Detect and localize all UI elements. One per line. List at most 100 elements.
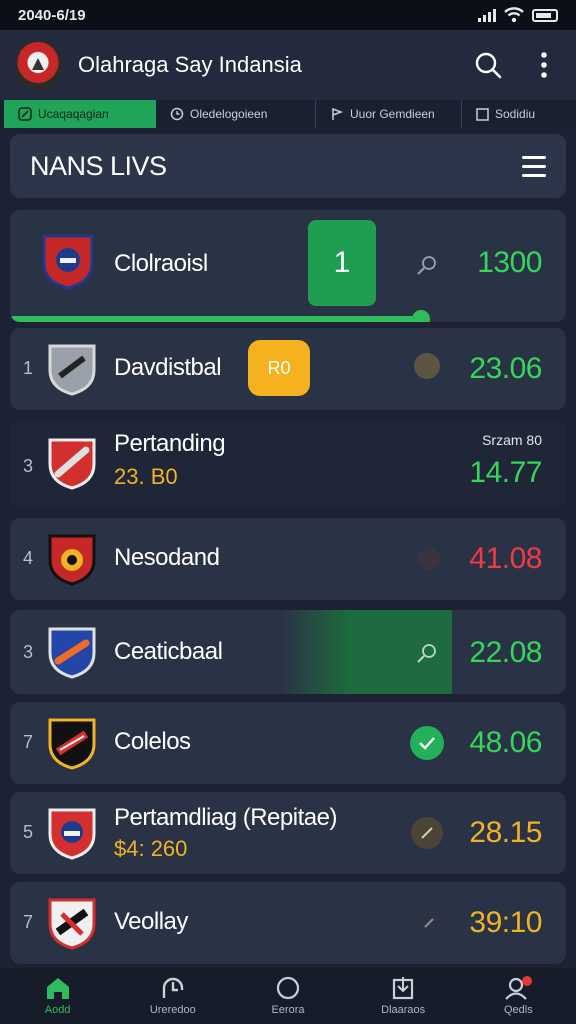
- status-dot-icon: [414, 353, 440, 379]
- list-item[interactable]: 7 Colelos 48.06: [10, 702, 566, 784]
- rank: 7: [23, 732, 34, 752]
- team-badge-icon: [48, 718, 96, 770]
- app-title: Olahraga Say Indansia: [78, 52, 302, 77]
- team-name: Clolraoisl: [114, 250, 208, 277]
- match-odds: 23. B0: [114, 464, 178, 489]
- edit-icon: [18, 107, 32, 121]
- team-badge-icon: [48, 808, 96, 860]
- live-score-value: 1: [333, 246, 351, 279]
- team-score: 1300: [477, 246, 542, 279]
- team-name: Colelos: [114, 728, 191, 755]
- home-icon: [46, 978, 69, 999]
- bottom-nav: Aodd Ureredoo Eerora Dlaaraos Qedls: [0, 968, 576, 1024]
- team-badge-icon: [48, 344, 96, 396]
- section-title: NANS LIVS: [30, 150, 167, 181]
- pin-icon: [417, 911, 441, 935]
- team-badge-icon: [48, 534, 96, 586]
- whistle-icon: [162, 977, 183, 998]
- tab-label: Oledelogoieen: [190, 107, 268, 121]
- app-bar: Olahraga Say Indansia: [0, 30, 576, 100]
- status-dot-icon: [418, 548, 440, 570]
- search-icon: [475, 52, 502, 79]
- profile-icon: [505, 976, 533, 1000]
- circle-icon: [276, 976, 300, 1000]
- download-box-icon: [393, 977, 414, 1000]
- tab-label: Uuor Gemdieen: [350, 107, 435, 121]
- live-score-box: 1: [308, 220, 376, 306]
- menu-icon[interactable]: [522, 155, 546, 177]
- match-name: Pertanding: [114, 430, 226, 457]
- team-badge-icon: [48, 898, 96, 950]
- nav-item-aodd[interactable]: Aodd: [8, 976, 108, 1016]
- team-name: Nesodand: [114, 544, 220, 571]
- nav-label: Dlaaraos: [381, 1004, 426, 1016]
- tab-bar: Ucaqaqagian Oledelogoieen Uuor Gemdieen …: [0, 100, 576, 128]
- rank: 7: [23, 912, 34, 932]
- nav-item-ureredoo[interactable]: Ureredoo: [123, 976, 223, 1016]
- team-score: 23.06: [469, 352, 542, 385]
- logo-emblem-icon: [32, 58, 44, 70]
- nav-item-qedls[interactable]: Qedls: [468, 976, 568, 1016]
- battery-icon: [532, 8, 558, 22]
- more-vertical-icon: [541, 52, 547, 78]
- search-button[interactable]: [470, 47, 506, 83]
- tab-uuor-gemdieen[interactable]: Uuor Gemdieen: [316, 100, 462, 128]
- team-score: 41.08: [469, 542, 542, 575]
- tab-label: Ucaqaqagian: [38, 107, 109, 121]
- square-icon: [476, 107, 489, 121]
- team-score: 14.77: [469, 456, 542, 489]
- list-item[interactable]: 3 Pertanding 23. B0 Srzam 80 14.77: [10, 420, 566, 508]
- tab-label: Sodidiu: [495, 107, 536, 121]
- rank: 5: [23, 822, 34, 842]
- wifi-icon: [504, 7, 524, 23]
- rank: 3: [23, 642, 34, 662]
- nav-label: Ureredoo: [149, 1004, 196, 1016]
- search-icon[interactable]: [416, 254, 438, 276]
- team-badge-icon: [42, 234, 94, 290]
- tab-oledelogoieen[interactable]: Oledelogoieen: [156, 100, 316, 128]
- list-item[interactable]: Clolraoisl 1 1300: [10, 210, 566, 322]
- clock-icon: [170, 107, 184, 121]
- rank: 3: [23, 456, 34, 476]
- team-score: 48.06: [469, 726, 542, 759]
- match-note: Srzam 80: [482, 432, 542, 448]
- team-badge-icon: [48, 627, 96, 679]
- more-button[interactable]: [526, 47, 562, 83]
- status-icons: [478, 7, 558, 23]
- signal-icon: [478, 8, 496, 22]
- check-circle-icon: [410, 726, 444, 760]
- nav-label: Aodd: [44, 1004, 71, 1016]
- rank: 1: [23, 358, 34, 378]
- tab-ucaqaqagian[interactable]: Ucaqaqagian: [4, 100, 156, 128]
- tab-sodidiu[interactable]: Sodidiu: [462, 100, 568, 128]
- nav-label: Qedls: [503, 1004, 533, 1016]
- rank: 4: [23, 548, 34, 568]
- app-logo: [14, 40, 62, 90]
- team-name: Davdistbal: [114, 354, 222, 381]
- progress-track: [10, 310, 566, 322]
- status-time: 2040-6/19: [18, 6, 86, 24]
- list-item[interactable]: 4 Nesodand 41.08: [10, 518, 566, 600]
- team-score: 39:10: [469, 906, 542, 939]
- list-item[interactable]: 1 Davdistbal R0 23.06: [10, 328, 566, 410]
- flag-icon: [332, 107, 344, 120]
- progress-fill: [10, 316, 421, 322]
- list-item[interactable]: 7 Veollay 39:10: [10, 882, 566, 964]
- nav-label: Eerora: [271, 1004, 305, 1016]
- status-bar: 2040-6/19: [0, 0, 576, 30]
- nav-item-eerora[interactable]: Eerora: [238, 976, 338, 1016]
- list-item[interactable]: 3 Ceaticbaal 22.08: [10, 610, 566, 694]
- team-badge-icon: [48, 438, 96, 490]
- team-name: Veollay: [114, 908, 188, 935]
- status-badge: R0: [248, 340, 310, 396]
- nav-item-dlaaraos[interactable]: Dlaaraos: [353, 976, 453, 1016]
- team-score: 22.08: [469, 636, 542, 669]
- progress-handle[interactable]: [412, 310, 430, 322]
- team-name: Ceaticbaal: [114, 638, 223, 665]
- pin-icon: [411, 817, 443, 849]
- status-badge-label: R0: [267, 357, 291, 378]
- list-item[interactable]: 5 Pertamdliag (Repitae) $4: 260 28.15: [10, 792, 566, 874]
- search-icon[interactable]: [416, 642, 438, 664]
- match-name: Pertamdliag (Repitae): [114, 804, 337, 831]
- match-odds: $4: 260: [114, 836, 188, 861]
